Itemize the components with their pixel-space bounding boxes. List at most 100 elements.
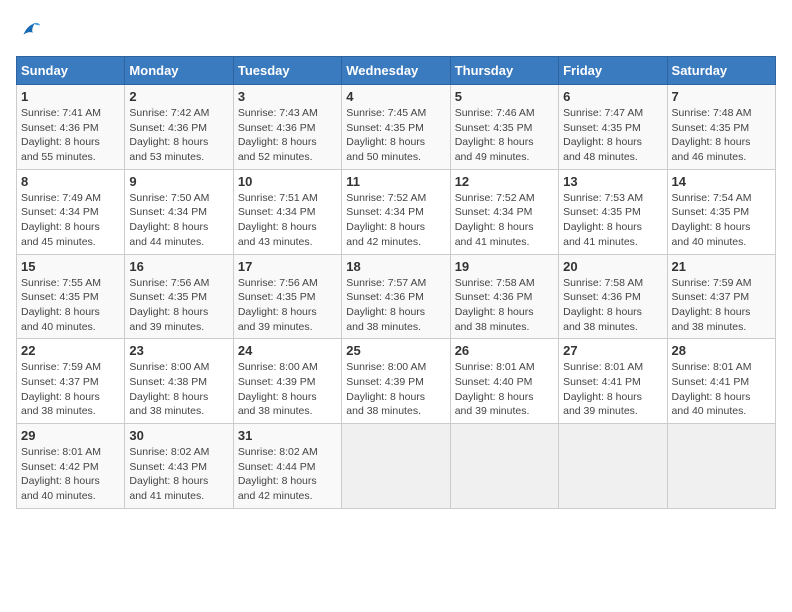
day-info: Sunrise: 8:01 AM Sunset: 4:41 PM Dayligh… (672, 360, 771, 419)
calendar-cell: 15Sunrise: 7:55 AM Sunset: 4:35 PM Dayli… (17, 254, 125, 339)
day-number: 12 (455, 174, 554, 189)
calendar-cell: 22 Sunrise: 7:59 AM Sunset: 4:37 PM Dayli… (17, 339, 125, 424)
calendar-cell: 31 Sunrise: 8:02 AM Sunset: 4:44 PM Dayli… (233, 424, 341, 509)
calendar-table: SundayMondayTuesdayWednesdayThursdayFrid… (16, 56, 776, 509)
day-info: Sunrise: 7:59 AM Sunset: 4:37 PM Dayligh… (672, 276, 771, 335)
day-number: 26 (455, 343, 554, 358)
day-info: Sunrise: 7:52 AM Sunset: 4:34 PM Dayligh… (346, 191, 445, 250)
calendar-cell: 5Sunrise: 7:46 AM Sunset: 4:35 PM Daylig… (450, 85, 558, 170)
day-info: Sunrise: 7:46 AM Sunset: 4:35 PM Dayligh… (455, 106, 554, 165)
day-info: Sunrise: 7:58 AM Sunset: 4:36 PM Dayligh… (455, 276, 554, 335)
calendar-cell: 28 Sunrise: 8:01 AM Sunset: 4:41 PM Dayli… (667, 339, 775, 424)
calendar-cell: 19 Sunrise: 7:58 AM Sunset: 4:36 PM Dayli… (450, 254, 558, 339)
day-info: Sunrise: 8:00 AM Sunset: 4:39 PM Dayligh… (346, 360, 445, 419)
day-number: 29 (21, 428, 120, 443)
calendar-cell: 16 Sunrise: 7:56 AM Sunset: 4:35 PM Dayli… (125, 254, 233, 339)
day-number: 8 (21, 174, 120, 189)
calendar-cell: 12Sunrise: 7:52 AM Sunset: 4:34 PM Dayli… (450, 169, 558, 254)
day-number: 30 (129, 428, 228, 443)
day-info: Sunrise: 7:51 AM Sunset: 4:34 PM Dayligh… (238, 191, 337, 250)
calendar-week-row: 8 Sunrise: 7:49 AM Sunset: 4:34 PM Daylig… (17, 169, 776, 254)
day-number: 28 (672, 343, 771, 358)
calendar-cell: 21Sunrise: 7:59 AM Sunset: 4:37 PM Dayli… (667, 254, 775, 339)
calendar-cell (667, 424, 775, 509)
day-number: 27 (563, 343, 662, 358)
day-number: 19 (455, 259, 554, 274)
calendar-header: SundayMondayTuesdayWednesdayThursdayFrid… (17, 57, 776, 85)
day-info: Sunrise: 7:56 AM Sunset: 4:35 PM Dayligh… (129, 276, 228, 335)
day-number: 2 (129, 89, 228, 104)
day-info: Sunrise: 8:02 AM Sunset: 4:43 PM Dayligh… (129, 445, 228, 504)
calendar-cell: 3 Sunrise: 7:43 AM Sunset: 4:36 PM Daylig… (233, 85, 341, 170)
calendar-cell: 25 Sunrise: 8:00 AM Sunset: 4:39 PM Dayli… (342, 339, 450, 424)
calendar-cell: 7 Sunrise: 7:48 AM Sunset: 4:35 PM Daylig… (667, 85, 775, 170)
calendar-cell: 11 Sunrise: 7:52 AM Sunset: 4:34 PM Dayli… (342, 169, 450, 254)
calendar-cell: 30 Sunrise: 8:02 AM Sunset: 4:43 PM Dayli… (125, 424, 233, 509)
calendar-cell (450, 424, 558, 509)
calendar-cell: 20 Sunrise: 7:58 AM Sunset: 4:36 PM Dayli… (559, 254, 667, 339)
day-number: 18 (346, 259, 445, 274)
calendar-week-row: 1 Sunrise: 7:41 AM Sunset: 4:36 PM Daylig… (17, 85, 776, 170)
day-info: Sunrise: 7:57 AM Sunset: 4:36 PM Dayligh… (346, 276, 445, 335)
day-number: 22 (21, 343, 120, 358)
day-number: 10 (238, 174, 337, 189)
day-number: 11 (346, 174, 445, 189)
day-number: 7 (672, 89, 771, 104)
weekday-header: Friday (559, 57, 667, 85)
calendar-cell: 4 Sunrise: 7:45 AM Sunset: 4:35 PM Daylig… (342, 85, 450, 170)
day-info: Sunrise: 7:45 AM Sunset: 4:35 PM Dayligh… (346, 106, 445, 165)
weekday-header: Monday (125, 57, 233, 85)
day-number: 16 (129, 259, 228, 274)
page-header (16, 16, 776, 44)
logo-icon (16, 16, 44, 44)
day-number: 23 (129, 343, 228, 358)
day-number: 15 (21, 259, 120, 274)
day-info: Sunrise: 7:56 AM Sunset: 4:35 PM Dayligh… (238, 276, 337, 335)
weekday-header: Wednesday (342, 57, 450, 85)
day-info: Sunrise: 7:58 AM Sunset: 4:36 PM Dayligh… (563, 276, 662, 335)
day-number: 4 (346, 89, 445, 104)
day-info: Sunrise: 7:50 AM Sunset: 4:34 PM Dayligh… (129, 191, 228, 250)
day-info: Sunrise: 7:48 AM Sunset: 4:35 PM Dayligh… (672, 106, 771, 165)
calendar-cell: 2Sunrise: 7:42 AM Sunset: 4:36 PM Daylig… (125, 85, 233, 170)
day-info: Sunrise: 8:01 AM Sunset: 4:40 PM Dayligh… (455, 360, 554, 419)
day-number: 24 (238, 343, 337, 358)
day-number: 14 (672, 174, 771, 189)
weekday-header: Sunday (17, 57, 125, 85)
calendar-cell: 10 Sunrise: 7:51 AM Sunset: 4:34 PM Dayli… (233, 169, 341, 254)
calendar-cell: 27 Sunrise: 8:01 AM Sunset: 4:41 PM Dayli… (559, 339, 667, 424)
day-info: Sunrise: 8:00 AM Sunset: 4:39 PM Dayligh… (238, 360, 337, 419)
day-info: Sunrise: 8:02 AM Sunset: 4:44 PM Dayligh… (238, 445, 337, 504)
calendar-cell (559, 424, 667, 509)
day-number: 20 (563, 259, 662, 274)
day-info: Sunrise: 7:41 AM Sunset: 4:36 PM Dayligh… (21, 106, 120, 165)
day-number: 13 (563, 174, 662, 189)
day-info: Sunrise: 8:00 AM Sunset: 4:38 PM Dayligh… (129, 360, 228, 419)
calendar-cell: 14 Sunrise: 7:54 AM Sunset: 4:35 PM Dayli… (667, 169, 775, 254)
calendar-cell: 26 Sunrise: 8:01 AM Sunset: 4:40 PM Dayli… (450, 339, 558, 424)
day-number: 31 (238, 428, 337, 443)
day-number: 25 (346, 343, 445, 358)
day-info: Sunrise: 8:01 AM Sunset: 4:41 PM Dayligh… (563, 360, 662, 419)
logo (16, 16, 48, 44)
calendar-week-row: 22 Sunrise: 7:59 AM Sunset: 4:37 PM Dayli… (17, 339, 776, 424)
day-number: 6 (563, 89, 662, 104)
day-info: Sunrise: 7:54 AM Sunset: 4:35 PM Dayligh… (672, 191, 771, 250)
day-info: Sunrise: 7:49 AM Sunset: 4:34 PM Dayligh… (21, 191, 120, 250)
day-info: Sunrise: 7:53 AM Sunset: 4:35 PM Dayligh… (563, 191, 662, 250)
day-info: Sunrise: 7:59 AM Sunset: 4:37 PM Dayligh… (21, 360, 120, 419)
day-info: Sunrise: 8:01 AM Sunset: 4:42 PM Dayligh… (21, 445, 120, 504)
calendar-cell: 9Sunrise: 7:50 AM Sunset: 4:34 PM Daylig… (125, 169, 233, 254)
calendar-cell: 17 Sunrise: 7:56 AM Sunset: 4:35 PM Dayli… (233, 254, 341, 339)
calendar-cell: 29 Sunrise: 8:01 AM Sunset: 4:42 PM Dayli… (17, 424, 125, 509)
calendar-cell: 18 Sunrise: 7:57 AM Sunset: 4:36 PM Dayli… (342, 254, 450, 339)
day-number: 3 (238, 89, 337, 104)
day-number: 1 (21, 89, 120, 104)
calendar-week-row: 29 Sunrise: 8:01 AM Sunset: 4:42 PM Dayli… (17, 424, 776, 509)
day-info: Sunrise: 7:43 AM Sunset: 4:36 PM Dayligh… (238, 106, 337, 165)
day-number: 17 (238, 259, 337, 274)
weekday-header: Tuesday (233, 57, 341, 85)
calendar-week-row: 15Sunrise: 7:55 AM Sunset: 4:35 PM Dayli… (17, 254, 776, 339)
calendar-cell (342, 424, 450, 509)
weekday-header: Saturday (667, 57, 775, 85)
